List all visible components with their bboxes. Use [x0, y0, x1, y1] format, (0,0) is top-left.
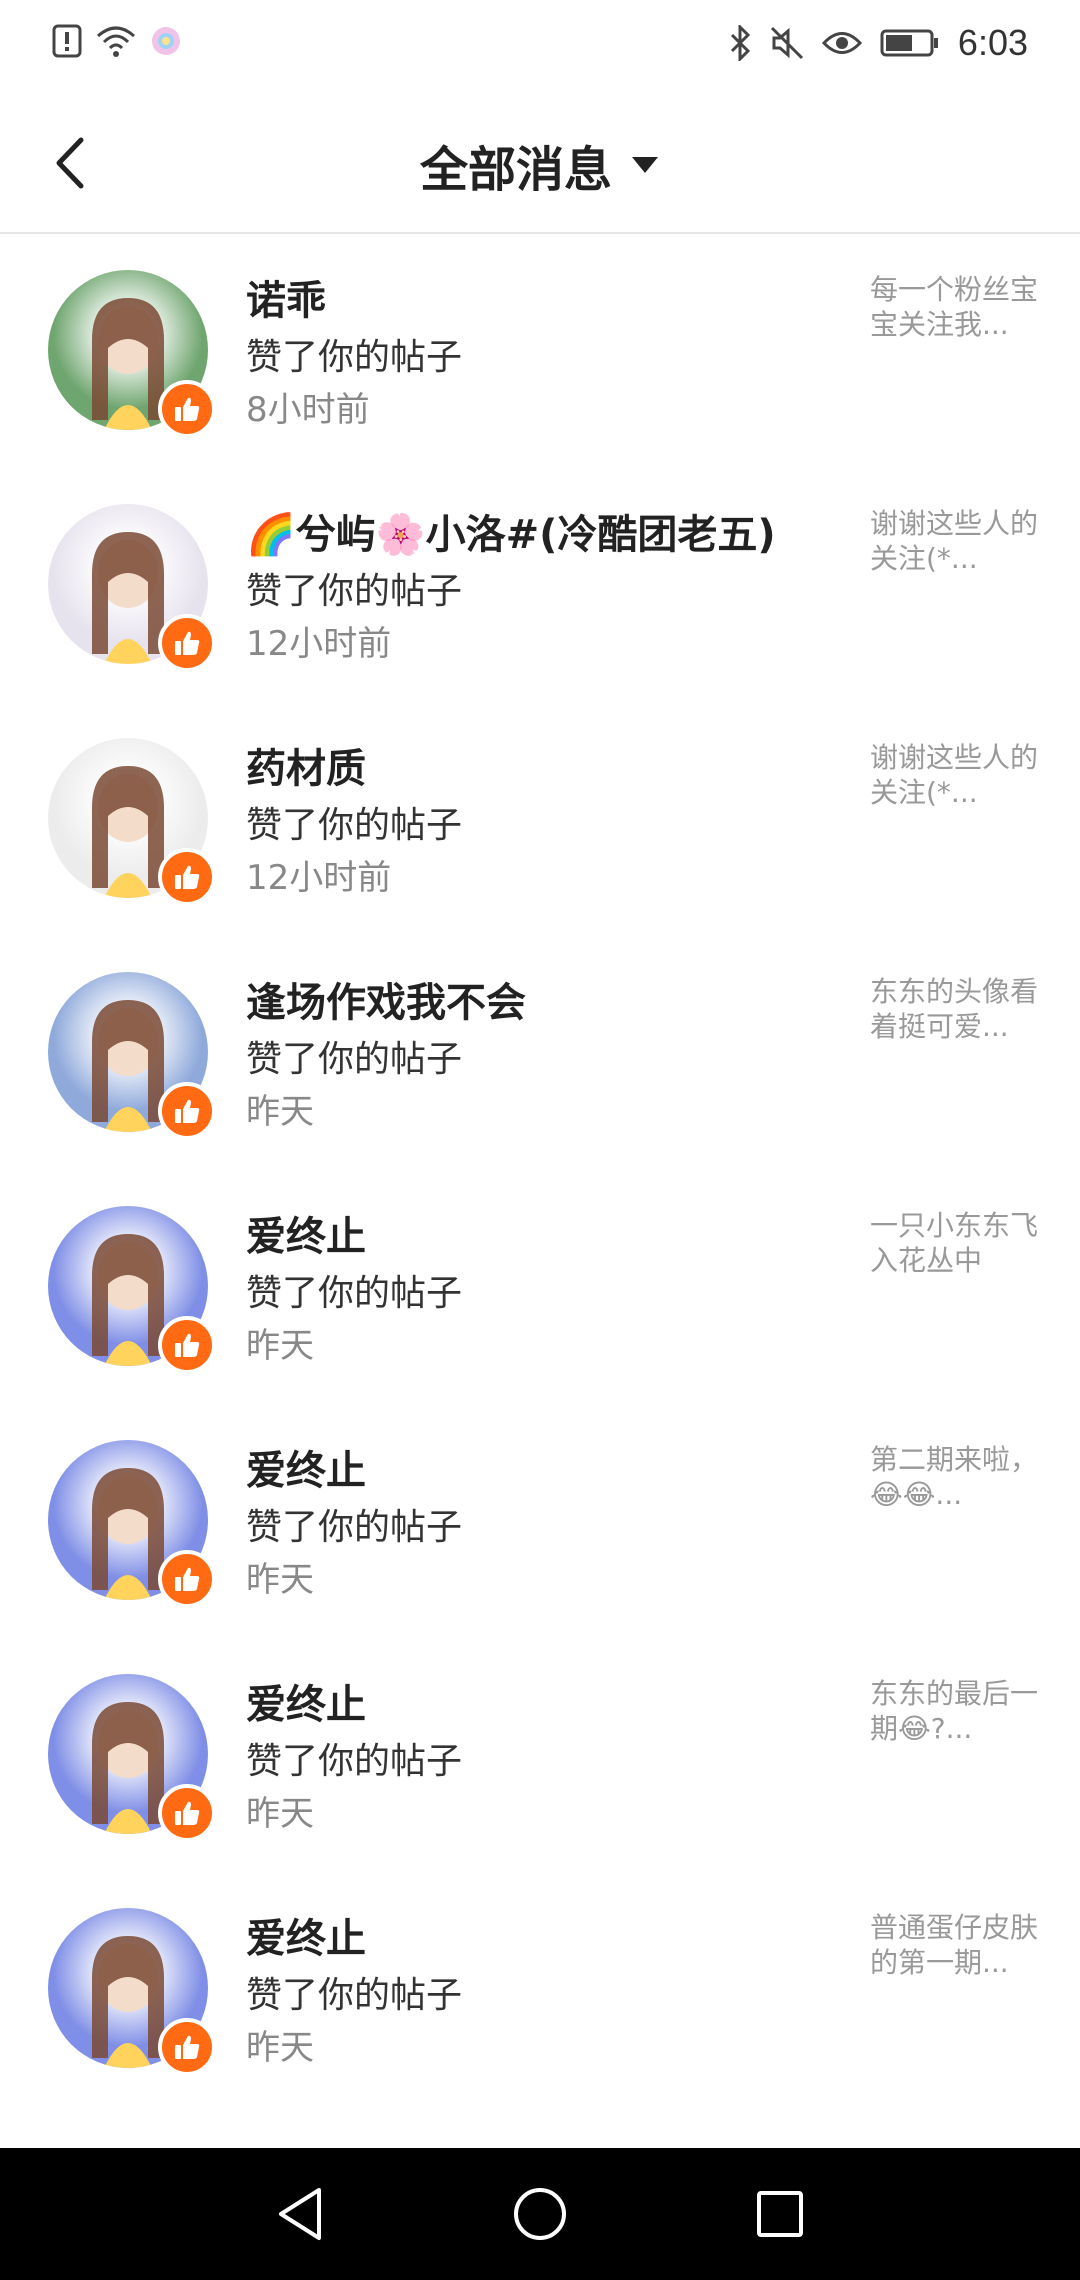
- message-row[interactable]: 爱终止赞了你的帖子 昨天 东东的最后一期😂?...: [0, 1636, 1080, 1870]
- action-text: 赞了你的帖子: [246, 337, 463, 378]
- thumbs-up-icon: [175, 865, 200, 889]
- thumbs-up-badge: [158, 1082, 216, 1140]
- action-text: 赞了你的帖子: [246, 1039, 463, 1080]
- post-snippet: 普通蛋仔皮肤的第一期...: [870, 1911, 1039, 1979]
- app-icon: [150, 25, 182, 57]
- recents-square-icon: [757, 2191, 803, 2237]
- thumbs-up-badge: [158, 1316, 216, 1374]
- message-row[interactable]: 爱终止赞了你的帖子 昨天 普通蛋仔皮肤的第一期...: [0, 1870, 1080, 2104]
- bluetooth-icon: [728, 25, 752, 61]
- clock: 6:03: [957, 22, 1028, 63]
- status-bar: 6:03: [0, 0, 1080, 92]
- battery-icon: [880, 28, 940, 58]
- nav-home-button[interactable]: [504, 2178, 576, 2250]
- timestamp: 昨天: [246, 2028, 314, 2068]
- thumbs-up-badge: [158, 1784, 216, 1842]
- thumbs-up-icon: [175, 397, 200, 421]
- message-row[interactable]: 爱终止赞了你的帖子 昨天 第二期来啦，😂😂...: [0, 1402, 1080, 1636]
- sender-name[interactable]: 药材质: [246, 736, 366, 794]
- timestamp: 12小时前: [246, 858, 392, 898]
- post-snippet: 每一个粉丝宝宝关注我...: [870, 273, 1039, 341]
- page-title: 全部消息: [419, 142, 612, 198]
- home-circle-icon: [514, 2188, 566, 2240]
- eye-icon: [821, 28, 862, 58]
- thumbs-up-icon: [175, 1801, 200, 1825]
- sender-name[interactable]: 爱终止: [246, 1438, 366, 1496]
- thumbs-up-badge: [158, 614, 216, 672]
- sender-name[interactable]: 逢场作戏我不会: [246, 970, 526, 1028]
- sender-name[interactable]: 爱终止: [246, 1204, 366, 1262]
- post-snippet: 东东的最后一期😂?...: [870, 1677, 1039, 1745]
- message-row[interactable]: 药材质赞了你的帖子 12小时前 谢谢这些人的关注(*...: [0, 700, 1080, 934]
- thumbs-up-icon: [175, 1099, 200, 1123]
- timestamp: 12小时前: [246, 624, 392, 664]
- timestamp: 昨天: [246, 1092, 314, 1132]
- status-icons-right: 6:03: [728, 22, 1028, 64]
- thumbs-up-icon: [175, 2035, 200, 2059]
- action-text: 赞了你的帖子: [246, 1975, 463, 2016]
- mute-icon: [770, 26, 804, 60]
- action-text: 赞了你的帖子: [246, 1741, 463, 1782]
- action-text: 赞了你的帖子: [246, 1507, 463, 1548]
- wifi-icon: [96, 24, 136, 58]
- timestamp: 昨天: [246, 1326, 314, 1366]
- action-text: 赞了你的帖子: [246, 805, 463, 846]
- sender-name[interactable]: 诺乖: [246, 268, 326, 326]
- thumbs-up-badge: [158, 2018, 216, 2076]
- post-snippet: 第二期来啦，😂😂...: [870, 1443, 1039, 1511]
- sender-name[interactable]: 🌈兮屿🌸小洛#(冷酷团老五): [246, 502, 776, 560]
- status-icons-left: [52, 24, 182, 58]
- thumbs-up-icon: [175, 631, 200, 655]
- sender-name[interactable]: 爱终止: [246, 1672, 366, 1730]
- thumbs-up-badge: [158, 380, 216, 438]
- message-row[interactable]: 🌈兮屿🌸小洛#(冷酷团老五) 赞了你的帖子 12小时前 谢谢这些人的关注(*...: [0, 466, 1080, 700]
- message-row[interactable]: 爱终止赞了你的帖子 昨天 一只小东东飞入花丛中: [0, 1168, 1080, 1402]
- back-triangle-icon: [279, 2188, 321, 2240]
- caret-down-icon: [632, 157, 658, 173]
- post-snippet: 谢谢这些人的关注(*...: [870, 507, 1039, 575]
- thumbs-up-badge: [158, 1550, 216, 1608]
- thumbs-up-badge: [158, 848, 216, 906]
- alert-icon: [52, 24, 82, 58]
- message-row[interactable]: 逢场作戏我不会赞了你的帖子 昨天 东东的头像看着挺可爱...: [0, 934, 1080, 1168]
- message-row[interactable]: 诺乖赞了你的帖子 8小时前 每一个粉丝宝宝关注我...: [0, 232, 1080, 466]
- message-list[interactable]: 诺乖赞了你的帖子 8小时前 每一个粉丝宝宝关注我... 🌈兮屿🌸小洛#(冷酷团老五) 赞…: [0, 232, 1080, 2148]
- post-snippet: 一只小东东飞入花丛中: [870, 1209, 1039, 1277]
- sender-name[interactable]: 爱终止: [246, 1906, 366, 1964]
- action-text: 赞了你的帖子: [246, 1273, 463, 1314]
- action-text: 赞了你的帖子: [246, 571, 463, 612]
- timestamp: 昨天: [246, 1560, 314, 1600]
- system-nav-bar: [0, 2148, 1080, 2280]
- top-app-bar: 全部消息: [0, 92, 1080, 234]
- nav-back-button[interactable]: [264, 2178, 336, 2250]
- thumbs-up-icon: [175, 1333, 200, 1357]
- timestamp: 8小时前: [246, 390, 370, 430]
- thumbs-up-icon: [175, 1567, 200, 1591]
- post-snippet: 东东的头像看着挺可爱...: [870, 975, 1039, 1043]
- nav-recents-button[interactable]: [744, 2178, 816, 2250]
- title-dropdown[interactable]: 全部消息: [0, 130, 1080, 200]
- timestamp: 昨天: [246, 1794, 314, 1834]
- post-snippet: 谢谢这些人的关注(*...: [870, 741, 1039, 809]
